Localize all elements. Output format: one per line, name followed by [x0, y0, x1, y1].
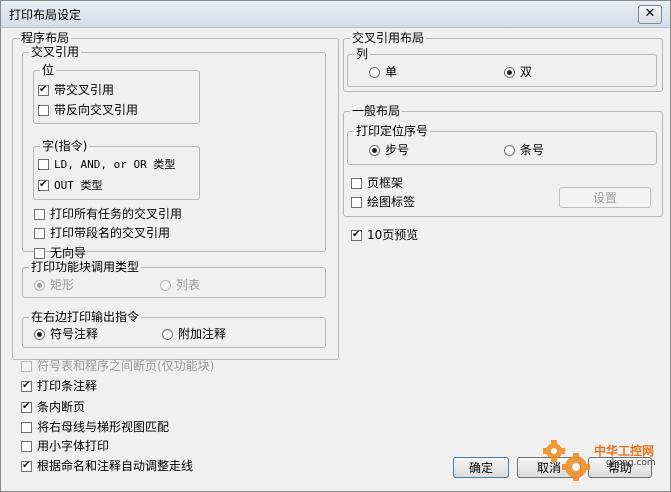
checkbox-icon [34, 209, 45, 220]
watermark-url: gkong.com [606, 458, 656, 468]
print-section-name-cross-ref-checkbox[interactable]: 打印带段名的交叉引用 [34, 225, 170, 241]
ld-and-or-type-checkbox[interactable]: LD, AND, or OR 类型 [38, 156, 175, 172]
ten-page-preview-checkbox[interactable]: 10页预览 [351, 227, 418, 243]
fb-call-type-legend: 打印功能块调用类型 [29, 260, 142, 274]
right-edge-output-group: 在右边打印输出指令 符号注释 附加注释 [22, 310, 326, 348]
table-radio[interactable]: 列表 [160, 277, 200, 293]
checkbox-checked-icon [21, 459, 32, 472]
radio-icon [162, 329, 173, 340]
title-bar: 打印布局设定 ✕ [1, 1, 670, 28]
step-number-radio[interactable]: 步号 [369, 142, 409, 158]
page-break-symbol-table-checkbox[interactable]: 符号表和程序之间断页(仅功能块) [21, 358, 214, 374]
checkbox-icon [38, 105, 49, 116]
checkbox-checked-icon [38, 178, 49, 191]
radio-checked-icon [34, 329, 45, 340]
out-type-checkbox[interactable]: OUT 类型 [38, 177, 103, 193]
bit-legend: 位 [40, 63, 57, 77]
with-reverse-cross-ref-checkbox[interactable]: 带反向交叉引用 [38, 102, 138, 118]
position-number-group: 打印定位序号 步号 条号 [347, 124, 657, 165]
match-right-bus-checkbox[interactable]: 将右母线与梯形视图匹配 [21, 419, 169, 435]
checkbox-checked-icon [351, 228, 362, 241]
page-break-in-rung-checkbox[interactable]: 条内断页 [21, 399, 85, 415]
drawing-tag-checkbox[interactable]: 绘图标签 [351, 194, 415, 210]
print-layout-dialog: 打印布局设定 ✕ 程序布局 交叉引用 位 带交叉引用 带反向交叉引用 字(指令)… [0, 0, 671, 492]
gkong-watermark: 中华工控网 gkong.com [536, 437, 666, 489]
close-button[interactable]: ✕ [638, 5, 662, 24]
general-layout-legend: 一般布局 [350, 104, 403, 118]
checkbox-icon [21, 422, 32, 433]
bit-group: 位 带交叉引用 带反向交叉引用 [33, 63, 200, 124]
word-legend: 字(指令) [40, 139, 90, 153]
word-group: 字(指令) LD, AND, or OR 类型 OUT 类型 [33, 139, 200, 200]
print-all-tasks-cross-ref-checkbox[interactable]: 打印所有任务的交叉引用 [34, 206, 182, 222]
right-edge-output-legend: 在右边打印输出指令 [29, 310, 142, 324]
radio-icon [369, 67, 380, 78]
cross-ref-legend: 交叉引用 [29, 45, 82, 59]
column-group: 列 单 双 [347, 47, 657, 87]
xref-layout-group: 交叉引用布局 列 单 双 [343, 31, 663, 92]
position-number-legend: 打印定位序号 [354, 124, 431, 138]
checkbox-icon [34, 248, 45, 259]
cross-ref-group: 交叉引用 位 带交叉引用 带反向交叉引用 字(指令) LD, AND, or O… [22, 45, 326, 260]
symbol-comment-radio[interactable]: 符号注释 [34, 326, 98, 342]
fb-call-type-group: 打印功能块调用类型 矩形 列表 [22, 260, 326, 298]
page-frame-checkbox[interactable]: 页框架 [351, 175, 403, 191]
radio-icon [504, 145, 515, 156]
program-layout-group: 程序布局 交叉引用 位 带交叉引用 带反向交叉引用 字(指令) LD, AND,… [12, 31, 339, 360]
window-title: 打印布局设定 [9, 8, 82, 22]
double-column-radio[interactable]: 双 [504, 64, 532, 80]
radio-checked-icon [369, 145, 380, 156]
program-layout-legend: 程序布局 [19, 31, 72, 45]
print-rung-comment-checkbox[interactable]: 打印条注释 [21, 378, 97, 394]
checkbox-icon [34, 228, 45, 239]
rung-number-radio[interactable]: 条号 [504, 142, 544, 158]
general-layout-group: 一般布局 打印定位序号 步号 条号 页框架 绘图标签 设置 [343, 104, 663, 217]
ok-button[interactable]: 确定 [453, 457, 509, 478]
checkbox-icon [21, 361, 32, 372]
rect-radio[interactable]: 矩形 [34, 277, 74, 293]
checkbox-checked-icon [38, 83, 49, 96]
radio-checked-icon [34, 280, 45, 291]
single-column-radio[interactable]: 单 [369, 64, 397, 80]
auto-adjust-wiring-checkbox[interactable]: 根据命名和注释自动调整走线 [21, 458, 193, 474]
extra-comment-radio[interactable]: 附加注释 [162, 326, 226, 342]
checkbox-icon [38, 159, 49, 170]
checkbox-checked-icon [21, 400, 32, 413]
checkbox-icon [351, 197, 362, 208]
no-guide-checkbox[interactable]: 无向导 [34, 245, 86, 261]
xref-layout-legend: 交叉引用布局 [350, 31, 427, 45]
with-cross-ref-checkbox[interactable]: 带交叉引用 [38, 82, 114, 98]
column-legend: 列 [354, 47, 371, 61]
watermark-text: 中华工控网 [594, 444, 655, 458]
checkbox-icon [351, 178, 362, 189]
radio-checked-icon [504, 67, 515, 78]
checkbox-checked-icon [21, 379, 32, 392]
small-font-checkbox[interactable]: 用小字体打印 [21, 438, 109, 454]
settings-button[interactable]: 设置 [559, 187, 651, 208]
checkbox-icon [21, 441, 32, 452]
radio-icon [160, 280, 171, 291]
